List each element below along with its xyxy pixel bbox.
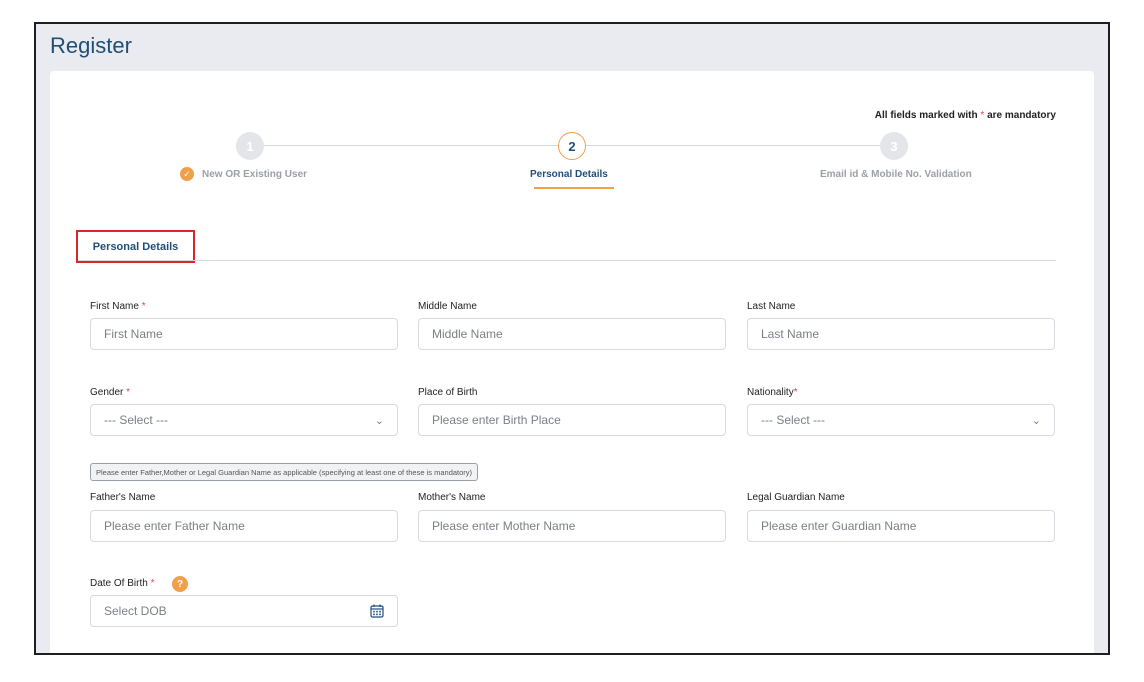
step-2-circle[interactable]: 2 — [558, 132, 586, 160]
required-star: * — [793, 387, 798, 398]
gender-select-value: --- Select --- — [104, 413, 168, 427]
mother-name-label: Mother's Name — [418, 492, 486, 503]
first-name-label: First Name * — [90, 301, 146, 312]
nationality-label: Nationality* — [747, 387, 798, 398]
step-2-label[interactable]: Personal Details — [530, 169, 608, 180]
last-name-placeholder: Last Name — [761, 327, 820, 341]
guardian-name-label: Legal Guardian Name — [747, 492, 845, 503]
last-name-label: Last Name — [747, 301, 796, 312]
step-1-circle[interactable]: 1 — [236, 132, 264, 160]
guardian-name-placeholder: Please enter Guardian Name — [761, 519, 917, 533]
gender-label: Gender * — [90, 387, 130, 398]
place-of-birth-placeholder: Please enter Birth Place — [432, 413, 561, 427]
page-title: Register — [50, 33, 132, 58]
mother-name-placeholder: Please enter Mother Name — [432, 519, 576, 533]
required-star: * — [126, 387, 131, 398]
stepper-line-1 — [264, 145, 558, 146]
mother-name-input[interactable]: Please enter Mother Name — [418, 510, 726, 542]
middle-name-input[interactable]: Middle Name — [418, 318, 726, 350]
required-star: * — [141, 301, 146, 312]
check-icon: ✓ — [180, 167, 194, 181]
guardian-name-input[interactable]: Please enter Guardian Name — [747, 510, 1055, 542]
help-icon[interactable]: ? — [172, 576, 188, 592]
dob-input[interactable]: Select DOB — [90, 595, 398, 627]
tab-personal-details[interactable]: Personal Details — [76, 230, 195, 263]
gender-label-text: Gender — [90, 387, 124, 398]
step-3-circle[interactable]: 3 — [880, 132, 908, 160]
nationality-select[interactable]: --- Select --- ⌄ — [747, 404, 1055, 436]
registration-card: All fields marked with * are mandatory 1… — [50, 71, 1094, 653]
place-of-birth-label: Place of Birth — [418, 387, 478, 398]
mandatory-note-prefix: All fields marked with — [874, 110, 981, 121]
chevron-down-icon: ⌄ — [1031, 414, 1041, 427]
mandatory-note-suffix: are mandatory — [984, 110, 1056, 121]
first-name-input[interactable]: First Name — [90, 318, 398, 350]
dob-label-text: Date Of Birth — [90, 578, 148, 589]
app-frame: Register All fields marked with * are ma… — [34, 22, 1110, 655]
mandatory-note: All fields marked with * are mandatory — [875, 110, 1056, 121]
father-name-placeholder: Please enter Father Name — [104, 519, 245, 533]
gender-select[interactable]: --- Select --- ⌄ — [90, 404, 398, 436]
first-name-placeholder: First Name — [104, 327, 163, 341]
step-3-label[interactable]: Email id & Mobile No. Validation — [820, 169, 972, 180]
active-step-underline — [534, 187, 614, 189]
step-1-label[interactable]: New OR Existing User — [202, 169, 307, 180]
father-name-label: Father's Name — [90, 492, 156, 503]
nationality-select-value: --- Select --- — [761, 413, 825, 427]
chevron-down-icon: ⌄ — [374, 414, 384, 427]
nationality-label-text: Nationality — [747, 387, 794, 398]
last-name-input[interactable]: Last Name — [747, 318, 1055, 350]
guardian-help-note: Please enter Father,Mother or Legal Guar… — [90, 463, 479, 481]
dob-label: Date Of Birth * — [90, 578, 155, 589]
place-of-birth-input[interactable]: Please enter Birth Place — [418, 404, 726, 436]
required-star: * — [150, 578, 155, 589]
dob-placeholder: Select DOB — [104, 604, 167, 618]
stepper-line-2 — [586, 145, 880, 146]
middle-name-placeholder: Middle Name — [432, 327, 503, 341]
section-divider — [78, 260, 1056, 261]
calendar-icon[interactable] — [370, 604, 384, 618]
first-name-label-text: First Name — [90, 301, 139, 312]
middle-name-label: Middle Name — [418, 301, 477, 312]
father-name-input[interactable]: Please enter Father Name — [90, 510, 398, 542]
